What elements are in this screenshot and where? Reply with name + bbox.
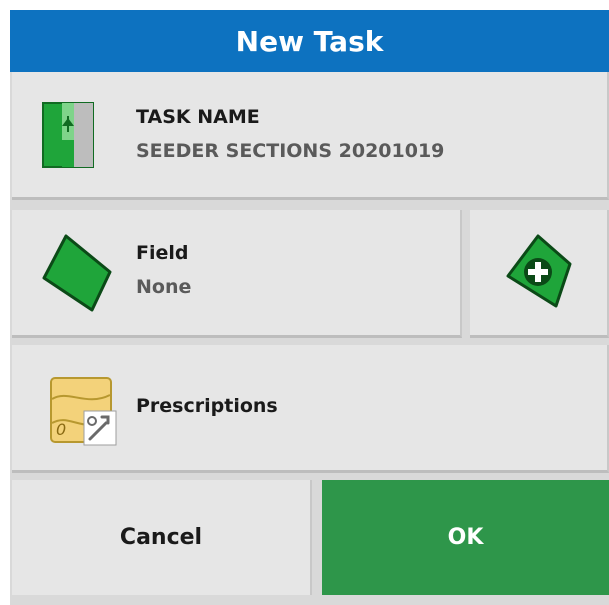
field-button[interactable]: Field None — [12, 210, 462, 338]
add-field-button[interactable] — [470, 210, 609, 338]
ok-button[interactable]: OK — [322, 480, 609, 595]
cancel-button[interactable]: Cancel — [12, 480, 312, 595]
task-name-icon — [42, 102, 94, 172]
cancel-button-label: Cancel — [119, 525, 203, 550]
field-label: Field — [136, 242, 189, 264]
ok-button-label: OK — [447, 525, 484, 550]
prescription-map-icon: 0 — [50, 377, 118, 451]
dialog-title: New Task — [235, 24, 384, 58]
add-field-icon — [506, 234, 572, 312]
field-value: None — [136, 276, 192, 298]
field-icon — [40, 234, 114, 316]
svg-text:0: 0 — [56, 420, 66, 439]
task-name-text: TASK NAME SEEDER SECTIONS 20201019 — [136, 106, 444, 162]
prescriptions-button[interactable]: 0 Prescriptions — [12, 345, 609, 473]
task-name-value: SEEDER SECTIONS 20201019 — [136, 140, 445, 162]
prescriptions-text: Prescriptions — [136, 395, 278, 417]
task-name-button[interactable]: TASK NAME SEEDER SECTIONS 20201019 — [12, 72, 609, 200]
title-bar: New Task — [10, 10, 609, 72]
prescriptions-label: Prescriptions — [136, 395, 278, 417]
field-text: Field None — [136, 242, 191, 298]
task-name-label: TASK NAME — [136, 106, 260, 128]
